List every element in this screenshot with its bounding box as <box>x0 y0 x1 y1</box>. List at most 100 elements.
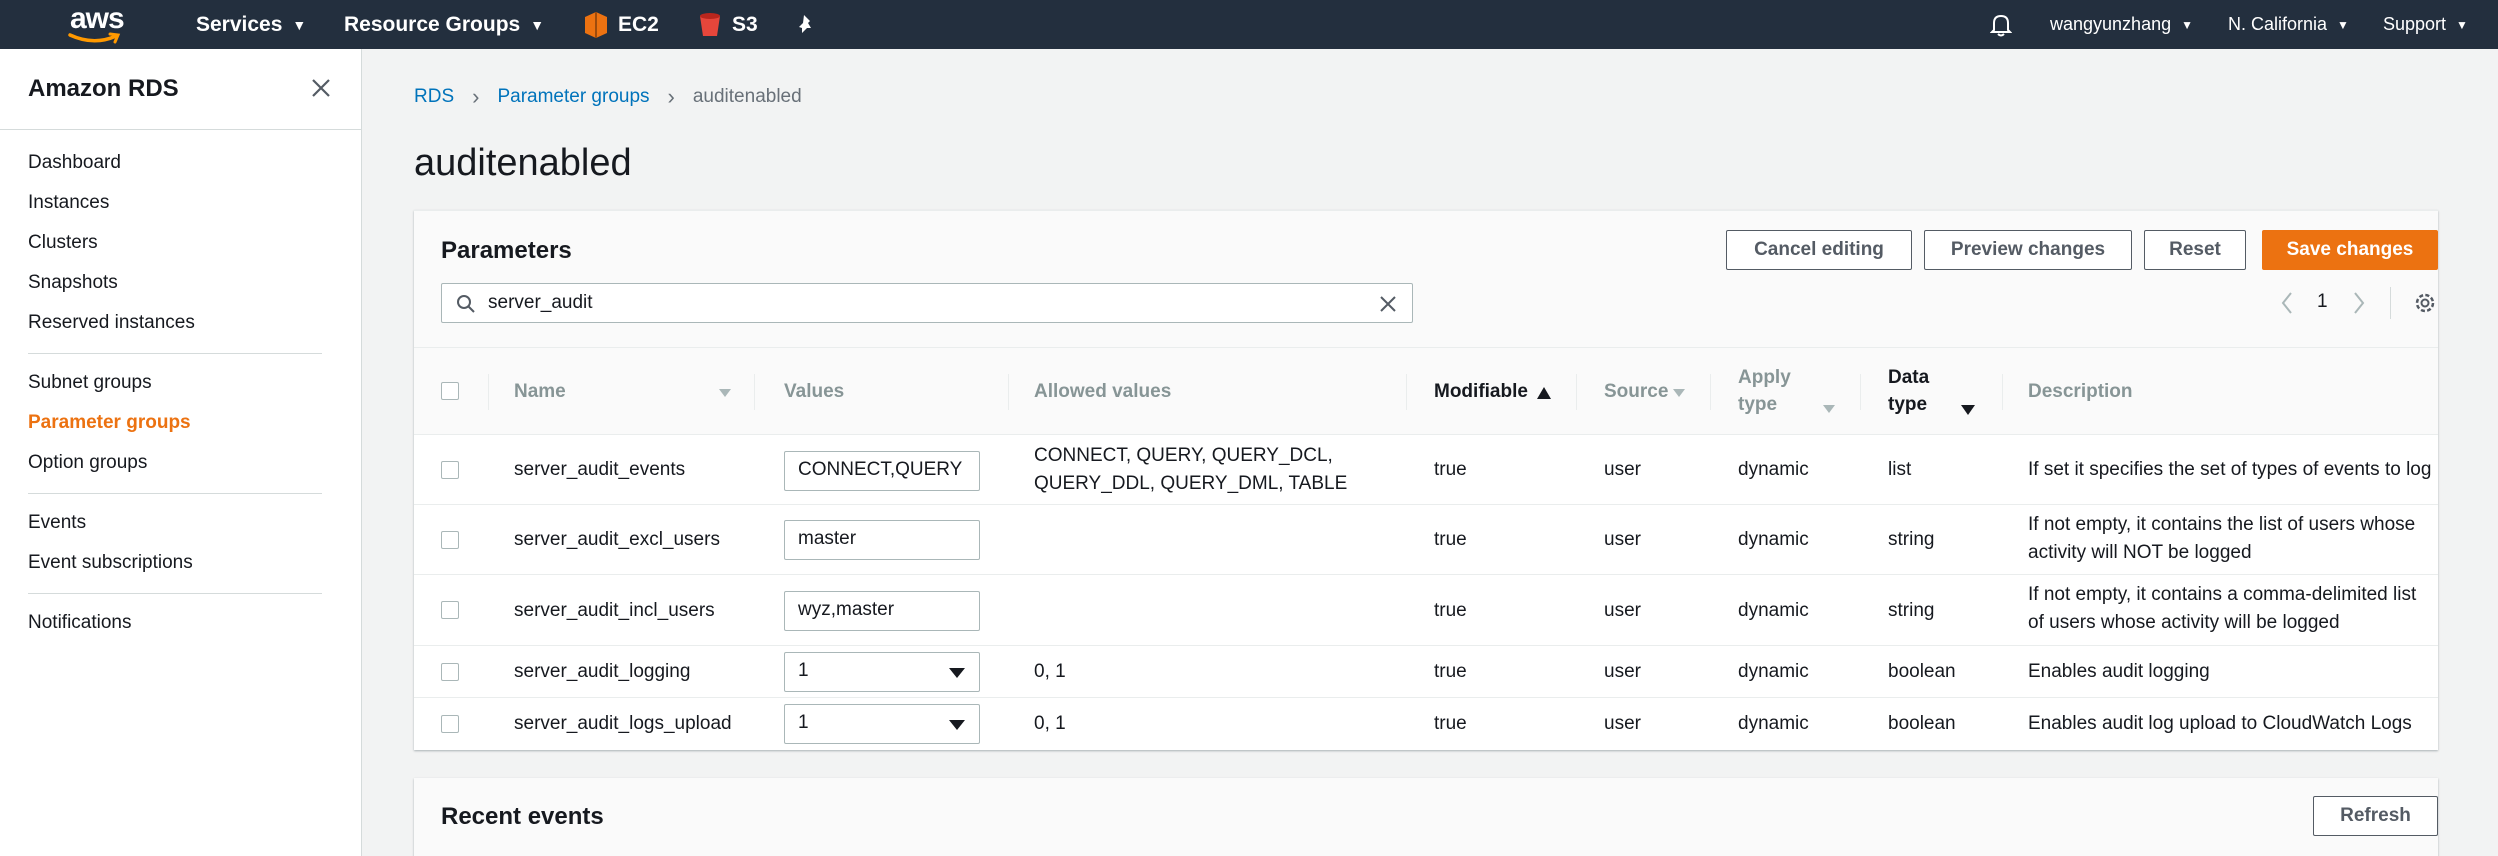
sidebar-item-event-subscriptions[interactable]: Event subscriptions <box>28 552 193 574</box>
cancel-editing-button[interactable]: Cancel editing <box>1726 230 1912 270</box>
sort-down-icon[interactable] <box>1822 404 1836 414</box>
ec2-shortcut[interactable]: EC2 <box>584 0 659 49</box>
parameter-value-select[interactable]: 1 <box>784 652 980 692</box>
support-menu[interactable]: Support ▼ <box>2383 0 2468 49</box>
gear-icon[interactable] <box>2413 291 2437 315</box>
ec2-label: EC2 <box>618 12 659 36</box>
column-separator <box>1008 374 1009 410</box>
column-header-values: Values <box>784 381 845 402</box>
services-label: Services <box>196 12 283 36</box>
column-name-label: Name <box>514 381 566 402</box>
source-value: user <box>1604 529 1641 550</box>
column-header-data-type[interactable]: Data type <box>1888 364 1929 418</box>
parameters-panel: Parameters Cancel editing Preview change… <box>414 210 2438 750</box>
region-name: N. California <box>2228 14 2328 34</box>
apply-type-value: dynamic <box>1738 529 1809 550</box>
sidebar-item-option-groups[interactable]: Option groups <box>28 452 147 474</box>
save-changes-button[interactable]: Save changes <box>2262 230 2438 270</box>
table-header: Name Values Allowed values Modifiable So… <box>414 347 2438 435</box>
page-title: auditenabled <box>414 142 632 184</box>
apply-type-value: dynamic <box>1738 661 1809 682</box>
parameter-value-select[interactable]: 1 <box>784 704 980 744</box>
refresh-button[interactable]: Refresh <box>2313 796 2438 836</box>
source-value: user <box>1604 600 1641 621</box>
sidebar-item-instances[interactable]: Instances <box>28 192 109 214</box>
dropdown-arrow-icon <box>949 720 965 730</box>
parameter-value: 1 <box>798 660 809 681</box>
ec2-icon <box>585 11 607 38</box>
data-type-value: boolean <box>1888 661 1956 682</box>
sort-down-icon[interactable] <box>718 388 732 398</box>
modifiable-value: true <box>1434 600 1467 621</box>
sidebar-item-parameter-groups[interactable]: Parameter groups <box>28 412 191 434</box>
aws-logo[interactable]: aws <box>66 2 126 46</box>
chevron-down-icon: ▼ <box>530 16 545 33</box>
sidebar-title: Amazon RDS <box>28 75 179 102</box>
preview-changes-button[interactable]: Preview changes <box>1924 230 2132 270</box>
table-row: server_audit_logging 1 0, 1 true user dy… <box>414 646 2438 698</box>
sort-down-icon[interactable] <box>1960 404 1976 416</box>
user-menu[interactable]: wangyunzhang ▼ <box>2050 0 2193 49</box>
services-menu[interactable]: Services ▼ <box>196 0 306 49</box>
clear-icon[interactable] <box>1378 294 1398 314</box>
data-type-label-2: type <box>1888 394 1928 415</box>
column-header-name[interactable]: Name <box>514 378 566 405</box>
s3-shortcut[interactable]: S3 <box>698 0 758 49</box>
search-input[interactable]: server_audit <box>441 283 1413 323</box>
chevron-down-icon: ▼ <box>292 16 307 33</box>
allowed-values-line: CONNECT, QUERY, QUERY_DCL, <box>1034 445 1333 466</box>
parameter-value-input[interactable]: wyz,master <box>784 591 980 631</box>
page-number[interactable]: 1 <box>2317 291 2328 313</box>
reset-button[interactable]: Reset <box>2144 230 2246 270</box>
data-type-value: string <box>1888 600 1935 621</box>
parameter-value-input[interactable]: master <box>784 520 980 560</box>
parameter-value-input[interactable]: CONNECT,QUERY <box>784 451 980 491</box>
table-row: server_audit_incl_users wyz,master true … <box>414 575 2438 646</box>
column-header-modifiable[interactable]: Modifiable <box>1434 378 1528 405</box>
row-checkbox[interactable] <box>441 461 459 479</box>
allowed-values: 0, 1 <box>1034 713 1066 734</box>
source-value: user <box>1604 459 1641 480</box>
table-row: server_audit_events CONNECT,QUERY CONNEC… <box>414 435 2438 505</box>
row-checkbox[interactable] <box>441 531 459 549</box>
resource-groups-menu[interactable]: Resource Groups ▼ <box>344 0 544 49</box>
chevron-down-icon: ▼ <box>2456 17 2468 32</box>
row-checkbox[interactable] <box>441 663 459 681</box>
select-all-checkbox[interactable] <box>441 382 459 400</box>
column-header-apply-type[interactable]: Apply type <box>1738 364 1791 418</box>
data-type-label: Data <box>1888 367 1930 388</box>
top-navigation: aws Services ▼ Resource Groups ▼ EC2 S3 <box>0 0 2498 49</box>
sidebar-item-dashboard[interactable]: Dashboard <box>28 152 121 174</box>
column-header-source[interactable]: Source <box>1604 378 1668 405</box>
close-icon[interactable] <box>308 75 334 101</box>
sidebar-item-events[interactable]: Events <box>28 512 86 534</box>
chevron-right-icon[interactable] <box>2352 291 2366 315</box>
description-value: If set it specifies the set of types of … <box>2028 459 2432 480</box>
pin-button[interactable] <box>796 0 816 49</box>
bell-icon <box>1990 14 2012 36</box>
row-checkbox[interactable] <box>441 715 459 733</box>
parameter-value: 1 <box>798 712 809 733</box>
s3-icon <box>700 12 720 36</box>
breadcrumb-rds[interactable]: RDS <box>414 86 454 108</box>
support-label: Support <box>2383 14 2447 34</box>
sort-up-icon[interactable] <box>1536 386 1552 400</box>
sidebar-item-subnet-groups[interactable]: Subnet groups <box>28 372 152 394</box>
sidebar-divider <box>28 493 322 494</box>
sidebar-item-snapshots[interactable]: Snapshots <box>28 272 118 294</box>
sidebar-item-notifications[interactable]: Notifications <box>28 612 132 634</box>
chevron-right-icon: › <box>472 84 480 109</box>
row-checkbox[interactable] <box>441 601 459 619</box>
sidebar-item-reserved-instances[interactable]: Reserved instances <box>28 312 195 334</box>
search-icon <box>457 295 475 313</box>
breadcrumb-parameter-groups[interactable]: Parameter groups <box>497 86 649 108</box>
notifications-button[interactable] <box>1990 0 2012 49</box>
sort-down-icon[interactable] <box>1672 388 1686 398</box>
column-separator <box>1406 374 1407 410</box>
column-separator <box>1710 374 1711 410</box>
allowed-values: CONNECT, QUERY, QUERY_DCL, QUERY_DDL, QU… <box>1034 442 1347 498</box>
chevron-left-icon[interactable] <box>2280 291 2294 315</box>
description-line-2: activity will NOT be logged <box>2028 542 2252 563</box>
sidebar-item-clusters[interactable]: Clusters <box>28 232 98 254</box>
region-menu[interactable]: N. California ▼ <box>2228 0 2349 49</box>
